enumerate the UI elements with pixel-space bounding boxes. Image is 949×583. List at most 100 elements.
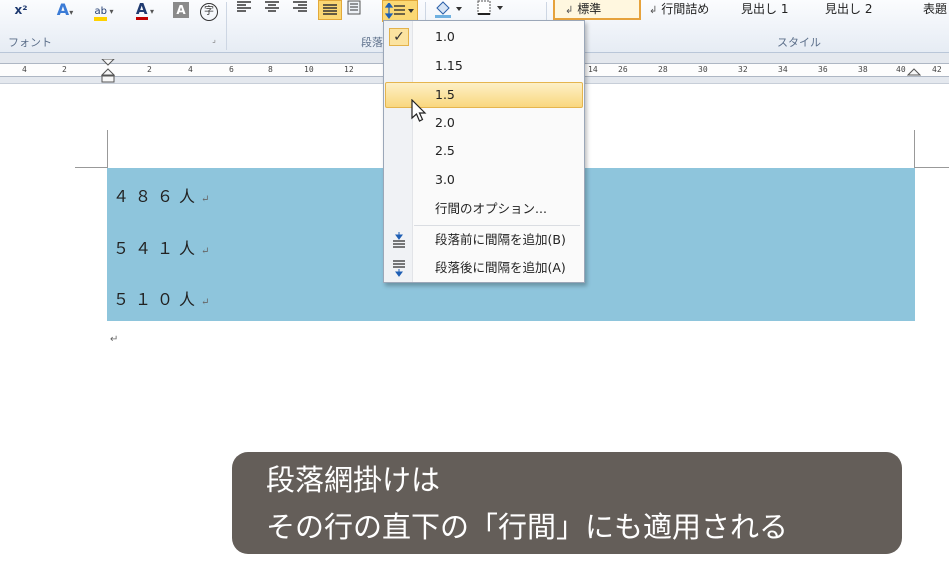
chevron-down-icon: ▾ xyxy=(147,7,155,16)
superscript-button[interactable]: x² xyxy=(10,0,32,20)
highlighter-icon: ab xyxy=(94,6,107,21)
font-color-button[interactable]: A ▾ xyxy=(128,0,162,20)
line-spacing-menu: ✓ 1.0 1.15 1.5 2.0 2.5 3.0 行間のオプション... 段… xyxy=(383,20,585,283)
style-label: 標準 xyxy=(577,2,602,16)
ruler-tick: 4 xyxy=(22,65,27,74)
menu-item-add-space-after[interactable]: 段落後に間隔を追加(A) xyxy=(385,255,583,281)
chevron-down-icon: ▾ xyxy=(69,8,74,17)
paint-bucket-icon xyxy=(435,1,462,18)
align-right-icon xyxy=(293,1,307,12)
checkmark-icon: ✓ xyxy=(389,28,409,46)
ruler-tick: 2 xyxy=(62,65,67,74)
ruler-tick: 8 xyxy=(268,65,273,74)
menu-item-label: 1.15 xyxy=(435,58,463,73)
paragraph-mark: ↵ xyxy=(201,246,210,257)
line-text: ４８６人 xyxy=(113,187,202,206)
style-normal[interactable]: ↲ 標準 xyxy=(553,0,641,20)
group-label-font: フォント xyxy=(8,36,52,49)
highlight-color-button[interactable]: ab ▾ xyxy=(86,0,122,21)
text-effects-button[interactable]: A▾ xyxy=(50,0,80,20)
ruler-tick: 12 xyxy=(344,65,354,74)
menu-item-1-15[interactable]: 1.15 xyxy=(385,53,583,79)
chevron-down-icon: ▾ xyxy=(106,7,114,16)
menu-item-label: 段落前に間隔を追加(B) xyxy=(435,232,566,247)
space-after-icon xyxy=(393,260,405,277)
text-effects-icon: A xyxy=(56,0,70,19)
character-shading-button[interactable]: A xyxy=(172,0,190,20)
ruler-tick: 2 xyxy=(147,65,152,74)
line-spacing-button[interactable] xyxy=(382,0,418,22)
crop-mark xyxy=(915,167,949,168)
menu-item-line-spacing-options[interactable]: 行間のオプション... xyxy=(385,196,583,222)
crop-mark xyxy=(107,130,108,168)
menu-item-label: 3.0 xyxy=(435,172,455,187)
distributed-button[interactable] xyxy=(346,0,368,20)
menu-item-2-5[interactable]: 2.5 xyxy=(385,138,583,164)
ruler-tick: 30 xyxy=(698,65,708,74)
style-no-spacing[interactable]: ↲ 行間詰め xyxy=(649,0,729,20)
enclose-character-icon: 字 xyxy=(200,3,218,21)
crop-mark xyxy=(75,167,107,168)
menu-item-label: 段落後に間隔を追加(A) xyxy=(435,260,566,275)
menu-item-label: 行間のオプション... xyxy=(435,201,547,216)
group-separator xyxy=(226,2,227,50)
group-label-style: スタイル xyxy=(777,36,821,49)
group-label-paragraph: 段落 xyxy=(361,36,383,49)
crop-mark xyxy=(914,130,915,168)
distributed-icon xyxy=(347,0,361,15)
borders-button[interactable] xyxy=(476,0,508,20)
right-indent-marker-icon[interactable] xyxy=(907,66,921,76)
caption-line-2: その行の直下の「行間」にも適用される xyxy=(266,510,789,544)
menu-item-3-0[interactable]: 3.0 xyxy=(385,167,583,193)
paragraph-style-marker: ↲ xyxy=(649,5,658,16)
enclose-character-button[interactable]: 字 xyxy=(198,0,220,21)
ruler-tick: 40 xyxy=(896,65,906,74)
style-heading-2[interactable]: 見出し 2 xyxy=(825,0,905,20)
menu-item-label: 1.5 xyxy=(435,87,455,102)
justify-icon xyxy=(323,4,337,15)
ruler-tick: 38 xyxy=(858,65,868,74)
menu-item-1-0[interactable]: ✓ 1.0 xyxy=(385,24,583,50)
align-left-icon xyxy=(237,1,251,12)
style-title[interactable]: 表題 xyxy=(923,0,949,20)
indent-marker-icon[interactable] xyxy=(101,59,115,83)
ruler-tick: 6 xyxy=(229,65,234,74)
caption-line-1: 段落網掛けは xyxy=(266,463,441,497)
menu-item-label: 2.5 xyxy=(435,143,455,158)
line-text: ５１０人 xyxy=(113,290,202,309)
character-shading-icon: A xyxy=(173,2,189,18)
shading-button[interactable] xyxy=(433,0,467,20)
ruler-tick: 36 xyxy=(818,65,828,74)
align-center-button[interactable] xyxy=(264,0,284,20)
paragraph-style-marker: ↲ xyxy=(565,5,574,16)
align-center-icon xyxy=(265,1,279,12)
mouse-cursor-icon xyxy=(411,99,427,122)
ruler-tick: 10 xyxy=(304,65,314,74)
menu-item-label: 2.0 xyxy=(435,115,455,130)
text-line[interactable]: ５４１人↵ xyxy=(113,235,209,259)
line-text: ５４１人 xyxy=(113,239,202,258)
styles-gallery: ↲ 標準 ↲ 行間詰め 見出し 1 見出し 2 表題 xyxy=(553,0,949,22)
ruler-tick: 14 xyxy=(588,65,598,74)
ruler-tick: 26 xyxy=(618,65,628,74)
align-left-button[interactable] xyxy=(236,0,256,20)
ruler-tick: 32 xyxy=(738,65,748,74)
font-color-icon: A xyxy=(135,0,148,20)
line-spacing-icon xyxy=(385,3,414,19)
ruler-tick: 42 xyxy=(932,65,942,74)
align-right-button[interactable] xyxy=(292,0,312,20)
justify-button[interactable] xyxy=(318,0,342,20)
paragraph-mark: ↵ xyxy=(201,297,210,308)
ruler-tick: 28 xyxy=(658,65,668,74)
menu-item-label: 1.0 xyxy=(435,29,455,44)
caption-overlay: 段落網掛けは その行の直下の「行間」にも適用される xyxy=(232,452,902,554)
text-line[interactable]: ４８６人↵ xyxy=(113,183,209,207)
style-heading-1[interactable]: 見出し 1 xyxy=(741,0,821,20)
style-label: 行間詰め xyxy=(661,2,710,16)
menu-divider xyxy=(414,225,580,226)
dialog-launcher-icon[interactable]: ⌟ xyxy=(208,34,220,46)
text-line[interactable]: ５１０人↵ xyxy=(113,286,209,310)
menu-item-add-space-before[interactable]: 段落前に間隔を追加(B) xyxy=(385,227,583,253)
empty-paragraph-mark: ↵ xyxy=(110,334,119,345)
paragraph-mark: ↵ xyxy=(201,194,210,205)
